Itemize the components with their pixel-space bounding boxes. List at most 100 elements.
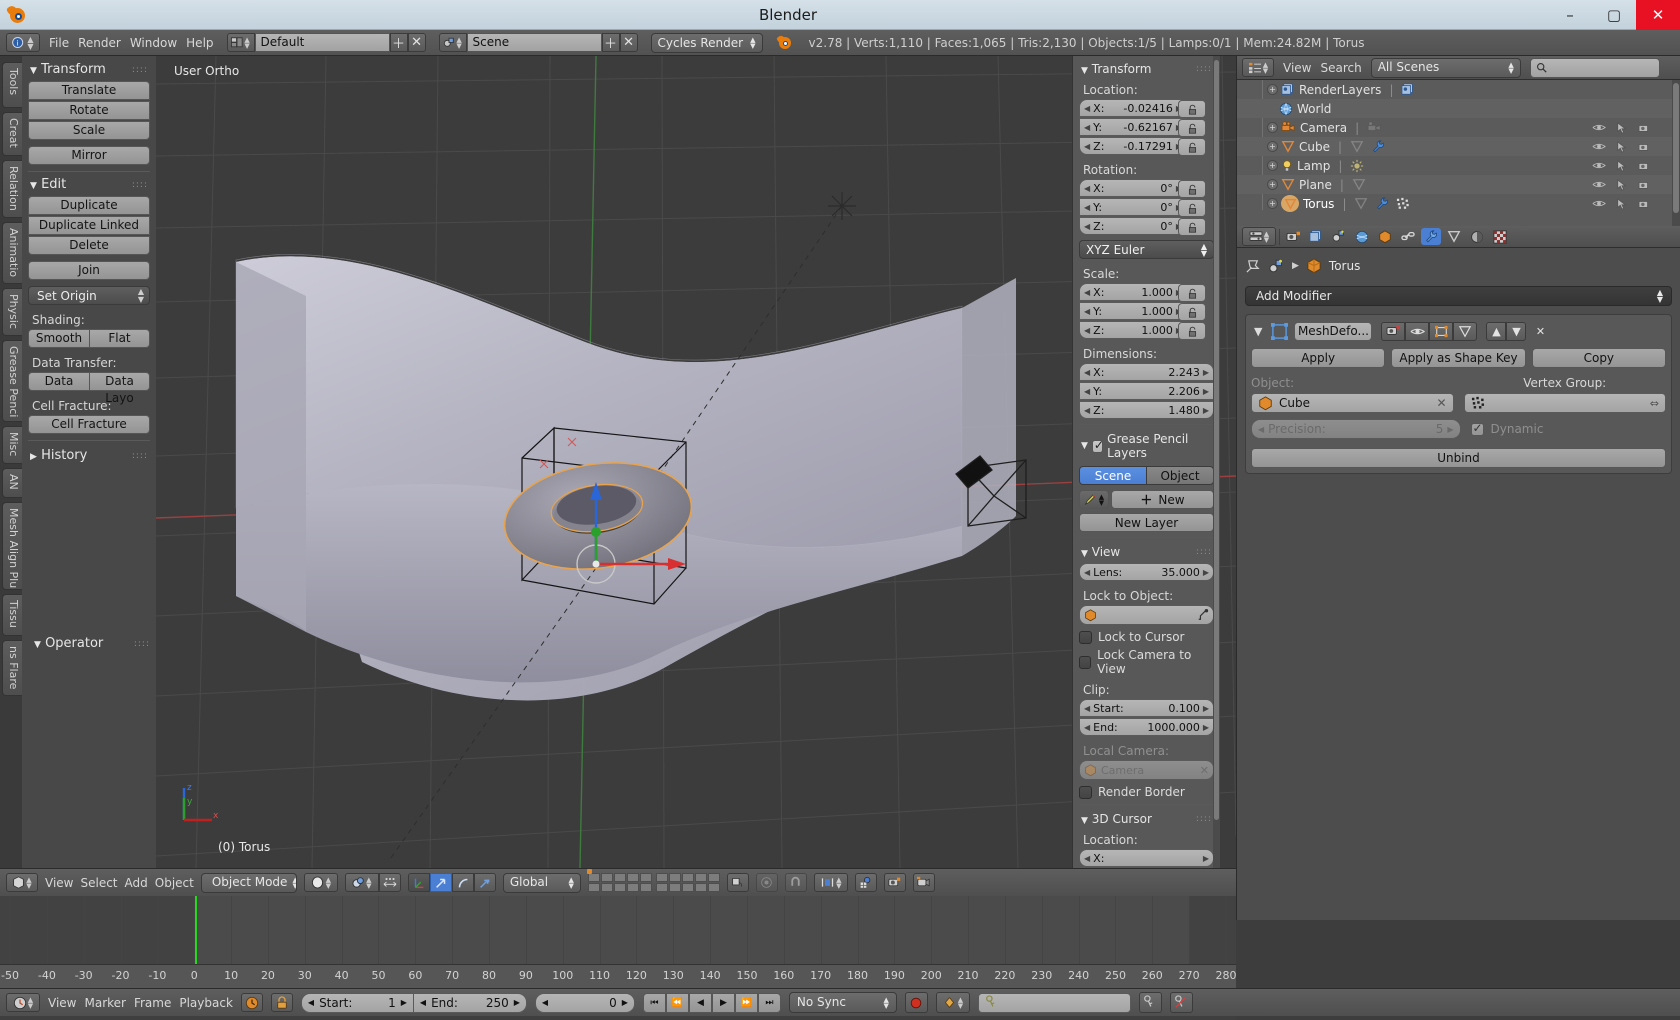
- lock-rotation-y-button[interactable]: [1178, 199, 1206, 217]
- cursor-select-icon[interactable]: [1615, 140, 1629, 153]
- grease-pencil-checkbox[interactable]: [1091, 438, 1104, 453]
- outliner-menu-search[interactable]: Search: [1320, 61, 1361, 75]
- renderlayers-data-icon[interactable]: [1401, 83, 1415, 96]
- dimensions-z-field[interactable]: ◀ Z: 1.480 ▶: [1079, 401, 1214, 419]
- play-reverse-button[interactable]: ◀: [688, 992, 712, 1013]
- delete-keyframe-icon[interactable]: [1169, 992, 1193, 1013]
- npanel-scrollbar[interactable]: [1213, 56, 1220, 868]
- object-properties-tab[interactable]: [1375, 228, 1395, 245]
- frame-start-field[interactable]: ◀ Start: 1 ▶: [300, 992, 414, 1013]
- outliner-row-renderlayers[interactable]: + RenderLayers |: [1237, 80, 1680, 99]
- data-layout-transfer-button[interactable]: Data Layo: [89, 372, 150, 405]
- tool-tab-grease-pencil[interactable]: Grease Penci: [2, 340, 22, 422]
- menu-help[interactable]: Help: [186, 36, 213, 50]
- lock-location-x-button[interactable]: [1178, 100, 1206, 118]
- modifier-properties-tab[interactable]: [1421, 228, 1441, 245]
- gp-brush-icon[interactable]: ▲ ▼: [1079, 490, 1109, 509]
- shade-flat-button[interactable]: Flat: [89, 329, 150, 348]
- modifier-apply-button[interactable]: Apply: [1251, 348, 1386, 368]
- rotate-manipulator-icon[interactable]: [451, 873, 474, 892]
- jump-to-start-button[interactable]: ⏮: [642, 992, 666, 1013]
- cell-fracture-button[interactable]: Cell Fracture: [28, 415, 150, 434]
- render-properties-tab[interactable]: [1283, 228, 1303, 245]
- join-button[interactable]: Join: [28, 261, 150, 280]
- scale-y-field[interactable]: ◀Y:1.000▶: [1079, 302, 1187, 320]
- lens-field[interactable]: ◀ Lens: 35.000 ▶: [1079, 563, 1214, 581]
- expand-icon[interactable]: +: [1267, 141, 1278, 152]
- opengl-render-options-icon[interactable]: [854, 873, 877, 892]
- editor-type-properties-icon[interactable]: ▲ ▼: [1242, 227, 1276, 246]
- viewport-menu-add[interactable]: Add: [125, 876, 148, 890]
- dimensions-x-field[interactable]: ◀ X: 2.243 ▶: [1079, 363, 1214, 381]
- sync-mode-dropdown[interactable]: No Sync ▲ ▼: [788, 992, 897, 1013]
- gp-scene-tab[interactable]: Scene: [1079, 466, 1147, 485]
- lock-to-object-field[interactable]: [1079, 605, 1214, 625]
- render-camera-icon[interactable]: [1638, 160, 1652, 172]
- render-camera-icon[interactable]: [1638, 141, 1652, 153]
- mesh-data-icon[interactable]: [1350, 140, 1364, 153]
- scene-layers-widget[interactable]: [586, 869, 720, 892]
- viewport-menu-view[interactable]: View: [45, 876, 73, 890]
- render-camera-icon[interactable]: [1638, 198, 1652, 210]
- add-modifier-button[interactable]: Add Modifier ▲ ▼: [1245, 286, 1672, 306]
- translate-manipulator-icon[interactable]: [429, 873, 452, 892]
- cursor-select-icon[interactable]: [1615, 197, 1629, 210]
- cursor-select-icon[interactable]: [1615, 121, 1629, 134]
- object-data-properties-tab[interactable]: [1444, 228, 1464, 245]
- scene-name-field[interactable]: Scene: [466, 33, 602, 52]
- maximize-button[interactable]: ▢: [1592, 0, 1636, 30]
- duplicate-linked-button[interactable]: Duplicate Linked: [28, 216, 150, 235]
- lock-to-cursor-row[interactable]: Lock to Cursor: [1079, 630, 1214, 644]
- npanel-3dcursor-header[interactable]: ▼ 3D Cursor ::::: [1079, 810, 1214, 830]
- viewport-shading-dropdown[interactable]: ▲ ▼: [303, 873, 338, 892]
- outliner-scrollbar[interactable]: [1672, 80, 1680, 226]
- editor-type-info-icon[interactable]: i ▲ ▼: [6, 33, 40, 52]
- tool-tab-physics[interactable]: Physic: [2, 288, 22, 336]
- rotation-z-field[interactable]: ◀Z:0°▶: [1079, 217, 1187, 235]
- render-border-checkbox[interactable]: [1079, 785, 1092, 799]
- modifier-apply-as-shape-key-button[interactable]: Apply as Shape Key: [1391, 348, 1526, 368]
- translate-button[interactable]: Translate: [28, 81, 150, 100]
- mesh-data-icon[interactable]: [1352, 178, 1366, 191]
- modifier-viewport-toggle-icon[interactable]: [1405, 321, 1430, 341]
- dimensions-y-field[interactable]: ◀ Y: 2.206 ▶: [1079, 382, 1214, 400]
- tool-tab-lens-flare[interactable]: ns Flare: [2, 640, 22, 696]
- modifier-render-toggle-icon[interactable]: [1381, 321, 1406, 341]
- timeline-menu-playback[interactable]: Playback: [179, 996, 233, 1010]
- auto-keyframe-record-icon[interactable]: [904, 992, 928, 1013]
- modifier-unbind-button[interactable]: Unbind: [1251, 448, 1666, 468]
- grease-pencil-header[interactable]: ▼ Grease Pencil Layers: [1079, 430, 1214, 466]
- rotation-mode-dropdown[interactable]: XYZ Euler ▲ ▼: [1079, 240, 1214, 259]
- modifier-move-down-icon[interactable]: ▼: [1506, 321, 1527, 341]
- render-camera-icon[interactable]: [1638, 179, 1652, 191]
- pivot-point-dropdown[interactable]: ▲ ▼: [344, 873, 379, 892]
- outliner-menu-view[interactable]: View: [1283, 61, 1311, 75]
- npanel-view-header[interactable]: ▼ View ::::: [1079, 543, 1214, 563]
- lock-scale-x-button[interactable]: [1178, 284, 1206, 302]
- modifier-object-field[interactable]: Cube ✕: [1251, 393, 1454, 413]
- delete-scene-button[interactable]: ✕: [619, 33, 638, 52]
- add-scene-button[interactable]: ＋: [601, 33, 620, 52]
- cursor-select-icon[interactable]: [1615, 178, 1629, 191]
- location-x-field[interactable]: ◀X:-0.02416▶: [1079, 99, 1187, 117]
- delete-button[interactable]: Delete: [28, 236, 150, 255]
- active-keying-set-field[interactable]: [977, 992, 1131, 1013]
- modifier-precision-field[interactable]: ◀ Precision: 5 ▶: [1251, 419, 1461, 439]
- lamp-data-icon[interactable]: [1350, 159, 1364, 173]
- lock-layers-icon[interactable]: [726, 873, 749, 892]
- scene-browse-icon[interactable]: ▲ ▼: [438, 33, 467, 52]
- use-preview-range-icon[interactable]: [240, 993, 263, 1012]
- close-button[interactable]: ✕: [1636, 0, 1680, 30]
- outliner-row-cube[interactable]: + Cube |: [1237, 137, 1680, 156]
- screen-layout-icon[interactable]: ▲ ▼: [226, 33, 255, 52]
- render-opengl-viewport-icon[interactable]: [883, 873, 906, 892]
- scale-button[interactable]: Scale: [28, 121, 150, 140]
- vertex-group-icon[interactable]: [1396, 197, 1410, 210]
- toolshelf-transform-header[interactable]: ▼ Transform ::::: [28, 62, 150, 81]
- location-y-field[interactable]: ◀Y:-0.62167▶: [1079, 118, 1187, 136]
- delete-screen-layout-button[interactable]: ✕: [407, 33, 426, 52]
- gp-new-layer-button[interactable]: ＋ New: [1111, 490, 1214, 509]
- proportional-edit-icon[interactable]: [755, 873, 778, 892]
- add-screen-layout-button[interactable]: ＋: [389, 33, 408, 52]
- clip-end-field[interactable]: ◀ End: 1000.000 ▶: [1079, 718, 1214, 736]
